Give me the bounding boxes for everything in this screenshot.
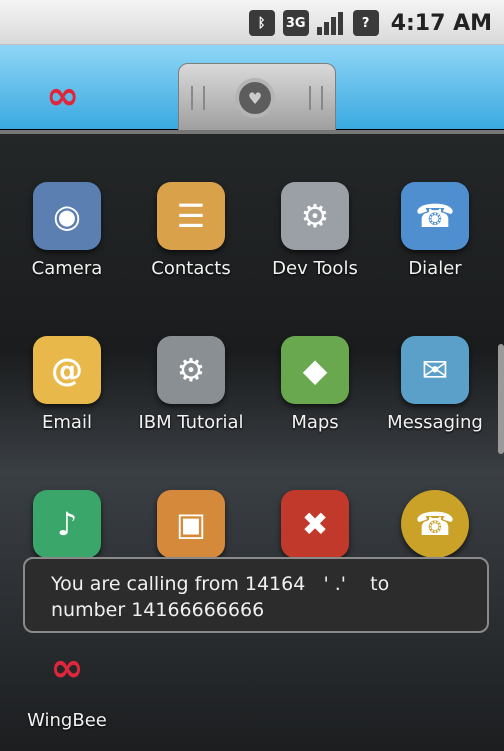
app-ibm-tutorial[interactable]: ⚙ IBM Tutorial — [128, 336, 254, 433]
toast-line-2: number 14166666666 — [51, 599, 265, 621]
music-icon: ♪ — [33, 490, 101, 558]
status-bar: ᛒ 3G ? 4:17 AM — [0, 0, 504, 45]
app-label: WingBee — [27, 710, 107, 731]
app-label: Messaging — [387, 412, 483, 433]
app-phone-gold[interactable]: ☎ — [372, 490, 498, 558]
app-wingbee[interactable]: ∞ WingBee — [4, 634, 130, 731]
status-clock: 4:17 AM — [390, 10, 492, 36]
app-music[interactable]: ♪ — [4, 490, 130, 558]
app-maps[interactable]: ◆ Maps — [252, 336, 378, 433]
drawer-handle-icon: ♥ — [235, 78, 275, 118]
settings-tools-icon: ✖ — [281, 490, 349, 558]
tutorial-icon: ⚙ — [157, 336, 225, 404]
email-icon: @ — [33, 336, 101, 404]
gear-icon: ⚙ — [281, 182, 349, 250]
status-icons: ᛒ 3G ? 4:17 AM — [248, 8, 492, 38]
phone-icon: ☎ — [401, 182, 469, 250]
app-messaging[interactable]: ✉ Messaging — [372, 336, 498, 433]
app-label: Dev Tools — [272, 258, 358, 279]
app-label: Dialer — [408, 258, 462, 279]
drawer-scrollbar[interactable] — [498, 344, 504, 454]
contacts-icon: ☰ — [157, 182, 225, 250]
toast-line-1: You are calling from 14164 ' .' to — [51, 573, 390, 595]
app-label: Camera — [31, 258, 103, 279]
network-type-icon: 3G — [282, 10, 309, 36]
app-drawer[interactable]: ◉ Camera ☰ Contacts ⚙ Dev Tools ☎ Dialer… — [0, 130, 504, 751]
help-icon: ? — [352, 10, 379, 36]
app-label: IBM Tutorial — [138, 412, 244, 433]
wingbee-icon: ∞ — [50, 645, 84, 691]
app-dev-tools[interactable]: ⚙ Dev Tools — [252, 182, 378, 279]
gallery-icon: ▣ — [157, 490, 225, 558]
app-label: Email — [42, 412, 92, 433]
app-email[interactable]: @ Email — [4, 336, 130, 433]
wingbee-home-icon[interactable]: ∞ — [46, 76, 79, 116]
maps-icon: ◆ — [281, 336, 349, 404]
app-dialer[interactable]: ☎ Dialer — [372, 182, 498, 279]
app-settings-tools[interactable]: ✖ — [252, 490, 378, 558]
handle-grip-left — [191, 86, 205, 110]
app-label: Maps — [291, 412, 339, 433]
handle-grip-right — [309, 86, 323, 110]
camera-icon: ◉ — [33, 182, 101, 250]
app-label: Contacts — [151, 258, 231, 279]
phone-gold-icon: ☎ — [401, 490, 469, 558]
app-gallery[interactable]: ▣ — [128, 490, 254, 558]
signal-bars-icon — [316, 11, 345, 35]
app-camera[interactable]: ◉ Camera — [4, 182, 130, 279]
app-contacts[interactable]: ☰ Contacts — [128, 182, 254, 279]
call-toast: You are calling from 14164 ' .' to numbe… — [23, 557, 489, 633]
bluetooth-icon: ᛒ — [248, 10, 275, 36]
messaging-icon: ✉ — [401, 336, 469, 404]
app-drawer-handle[interactable]: ♥ — [178, 63, 336, 137]
